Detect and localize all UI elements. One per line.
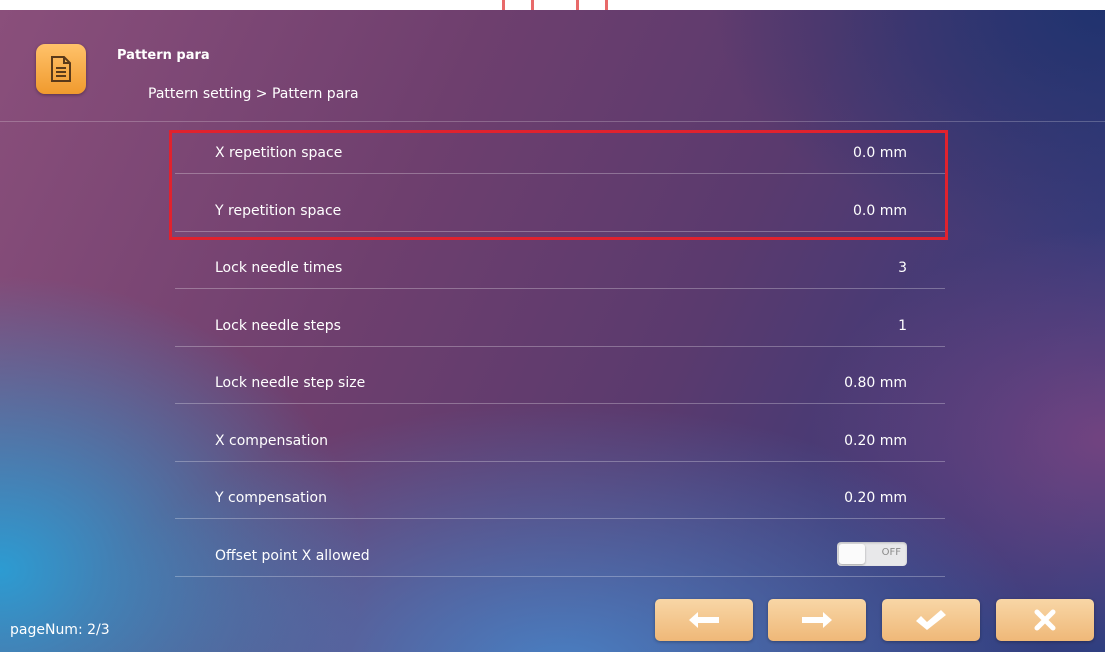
param-label: X repetition space — [215, 145, 343, 161]
param-value[interactable]: 3 — [898, 260, 907, 276]
param-row-lock-needle-times[interactable]: Lock needle times 3 — [175, 248, 945, 289]
param-value[interactable]: 0.20 mm — [844, 490, 907, 506]
header-divider — [0, 121, 1105, 122]
document-icon — [51, 56, 71, 82]
param-value[interactable]: 0.0 mm — [853, 203, 907, 219]
param-label: Y repetition space — [215, 203, 342, 219]
param-value[interactable]: 0.20 mm — [844, 433, 907, 449]
confirm-check-icon — [916, 610, 946, 630]
page-number: pageNum: 2/3 — [10, 622, 110, 638]
param-label: Offset point X allowed — [215, 548, 370, 564]
confirm-button[interactable] — [882, 599, 980, 641]
page-title: Pattern para — [117, 48, 210, 63]
toggle-state: OFF — [881, 547, 901, 558]
toggle-knob[interactable] — [839, 544, 865, 564]
close-x-icon — [1034, 609, 1056, 631]
pattern-para-icon — [36, 44, 86, 94]
param-value[interactable]: 1 — [898, 318, 907, 334]
param-label: X compensation — [215, 433, 329, 449]
param-label: Lock needle times — [215, 260, 343, 276]
param-label: Y compensation — [215, 490, 327, 506]
close-button[interactable] — [996, 599, 1094, 641]
screen: Pattern para Pattern setting > Pattern p… — [0, 10, 1105, 652]
param-value[interactable]: 0.80 mm — [844, 375, 907, 391]
param-row-x-repetition-space[interactable]: X repetition space 0.0 mm — [175, 133, 945, 174]
param-label: Lock needle steps — [215, 318, 341, 334]
breadcrumb: Pattern setting > Pattern para — [148, 86, 359, 102]
next-arrow-icon — [802, 612, 832, 628]
next-page-button[interactable] — [768, 599, 866, 641]
param-row-x-compensation[interactable]: X compensation 0.20 mm — [175, 421, 945, 462]
param-row-y-compensation[interactable]: Y compensation 0.20 mm — [175, 478, 945, 519]
param-value[interactable]: 0.0 mm — [853, 145, 907, 161]
param-row-y-repetition-space[interactable]: Y repetition space 0.0 mm — [175, 191, 945, 232]
param-label: Lock needle step size — [215, 375, 366, 391]
offset-x-toggle[interactable]: OFF — [837, 542, 907, 566]
prev-arrow-icon — [689, 612, 719, 628]
param-row-offset-point-x-allowed[interactable]: Offset point X allowed OFF — [175, 536, 945, 577]
prev-page-button[interactable] — [655, 599, 753, 641]
param-row-lock-needle-step-size[interactable]: Lock needle step size 0.80 mm — [175, 363, 945, 404]
param-row-lock-needle-steps[interactable]: Lock needle steps 1 — [175, 306, 945, 347]
